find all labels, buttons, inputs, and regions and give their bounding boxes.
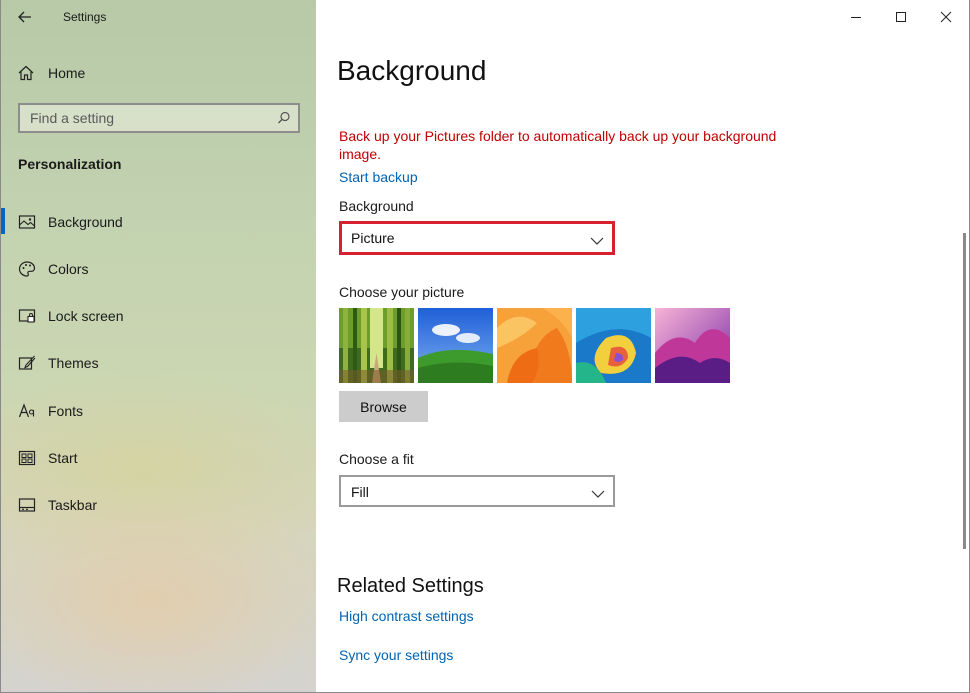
selected-indicator [1, 208, 5, 234]
sidebar-item-label: Colors [48, 261, 89, 277]
sidebar-item-lock-screen[interactable]: Lock screen [1, 298, 317, 334]
search-input[interactable] [30, 109, 270, 127]
sidebar-item-taskbar[interactable]: Taskbar [1, 487, 317, 523]
sidebar-item-colors[interactable]: Colors [1, 251, 317, 287]
sidebar-item-label: Fonts [48, 403, 84, 419]
background-label: Background [339, 198, 414, 214]
close-button[interactable] [931, 6, 961, 28]
sidebar-item-label: Taskbar [48, 497, 98, 513]
nav-home[interactable]: Home [17, 62, 85, 84]
start-icon [18, 449, 36, 467]
sidebar-item-label: Start [48, 450, 78, 466]
thumbnail-orange-abstract-petals[interactable] [497, 308, 572, 383]
thumbnail-pink-purple-mountains[interactable] [655, 308, 730, 383]
section-title: Personalization [18, 156, 122, 172]
sidebar-item-label: Themes [48, 355, 99, 371]
backup-warning: Back up your Pictures folder to automati… [339, 128, 777, 162]
background-dropdown-value: Picture [351, 230, 395, 246]
fit-dropdown[interactable]: Fill [339, 475, 615, 507]
choose-fit-label: Choose a fit [339, 451, 414, 467]
palette-icon [18, 260, 36, 278]
minimize-icon [851, 17, 861, 18]
chevron-down-icon [590, 233, 604, 251]
maximize-icon [896, 12, 906, 22]
related-settings-heading: Related Settings [337, 575, 484, 597]
thumbnail-blue-colorful-swirl[interactable] [576, 308, 651, 383]
thumbnail-green-hills-blue-sky[interactable] [418, 308, 493, 383]
taskbar-icon [18, 496, 36, 514]
sidebar-item-background[interactable]: Background [1, 204, 317, 240]
high-contrast-link[interactable]: High contrast settings [339, 608, 474, 624]
choose-picture-label: Choose your picture [339, 284, 465, 300]
scrollbar[interactable] [963, 233, 966, 549]
sidebar-item-label: Lock screen [48, 308, 124, 324]
themes-brush-icon [18, 354, 36, 372]
back-arrow-icon[interactable] [13, 6, 37, 28]
nav-home-label: Home [48, 65, 86, 81]
sidebar-item-themes[interactable]: Themes [1, 345, 317, 381]
chevron-down-icon [591, 486, 605, 504]
thumbnail-bamboo-forest[interactable] [339, 308, 414, 383]
background-dropdown[interactable]: Picture [339, 221, 615, 255]
sidebar-item-start[interactable]: Start [1, 440, 317, 476]
sync-settings-link[interactable]: Sync your settings [339, 647, 453, 663]
picture-icon [18, 213, 36, 231]
sidebar: Settings Home Personalization Background… [0, 0, 316, 693]
page-title: Background [337, 55, 487, 86]
home-icon [17, 64, 35, 82]
minimize-button[interactable] [841, 6, 871, 28]
search-icon[interactable] [277, 111, 291, 130]
sidebar-item-fonts[interactable]: Fonts [1, 393, 317, 429]
lock-screen-icon [18, 307, 36, 325]
app-title: Settings [63, 10, 107, 24]
sidebar-item-label: Background [48, 214, 123, 230]
start-backup-link[interactable]: Start backup [339, 169, 418, 185]
maximize-button[interactable] [886, 6, 916, 28]
browse-button[interactable]: Browse [339, 391, 428, 422]
fit-dropdown-value: Fill [351, 484, 369, 500]
close-icon [940, 11, 952, 23]
search-box[interactable] [18, 103, 300, 133]
fonts-icon [18, 402, 36, 420]
